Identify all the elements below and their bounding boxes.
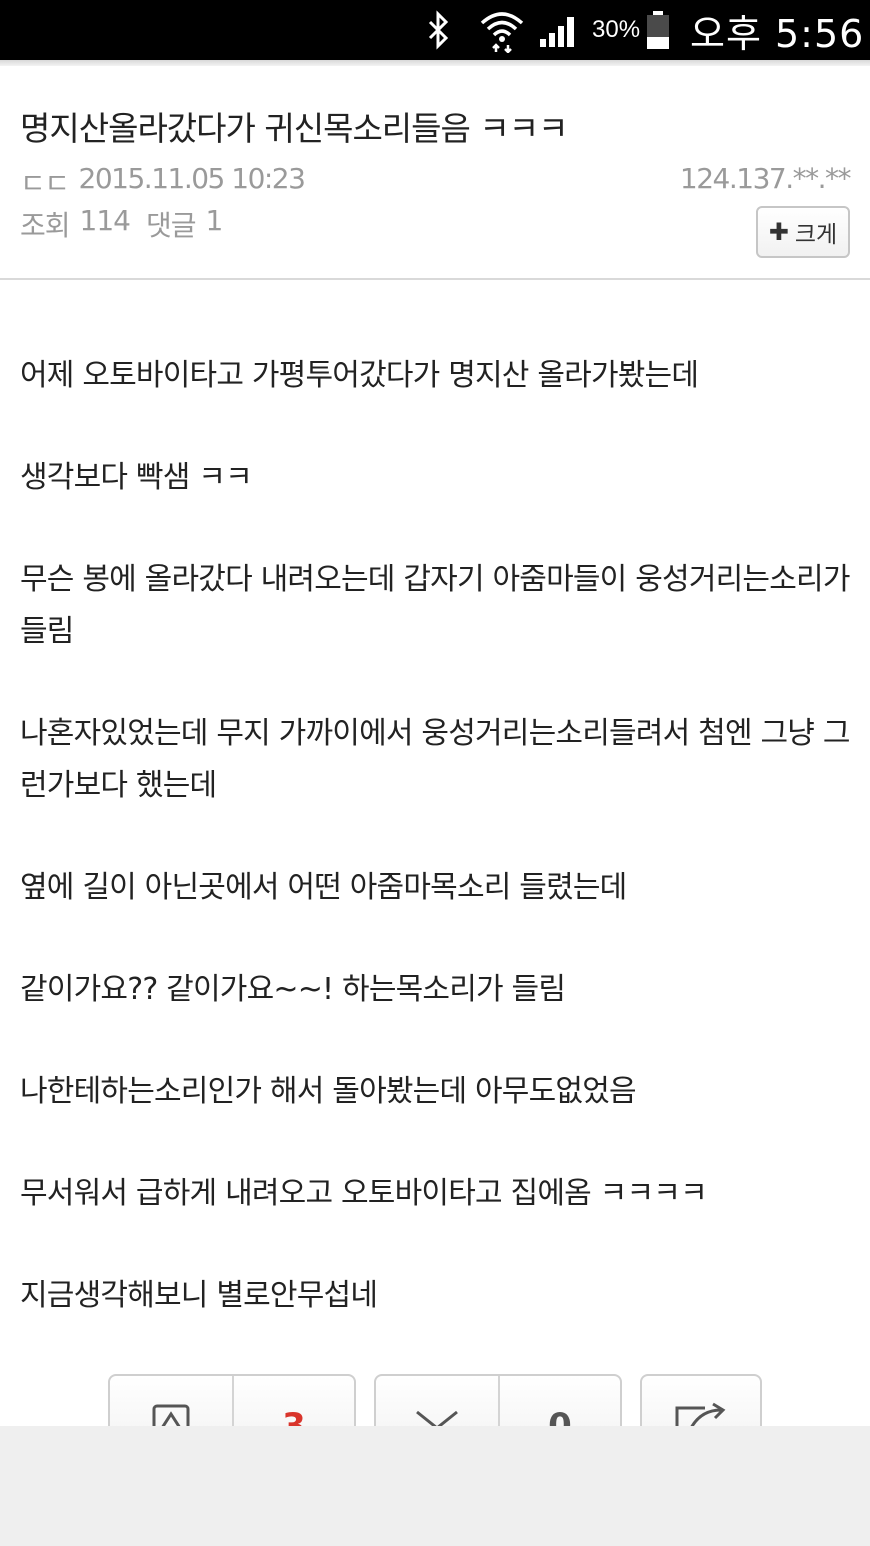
body-paragraph: 무슨 봉에 올라갔다 내려오는데 갑자기 아줌마들이 웅성거리는소리가 들림 [20, 562, 850, 649]
body-paragraph: 나혼자있었는데 무지 가까이에서 웅성거리는소리들려서 첨엔 그냥 그런가보다 … [20, 716, 850, 803]
battery-percent: 30% [592, 16, 641, 43]
dislike-button[interactable]: 0 [374, 1374, 622, 1426]
enlarge-text-button[interactable]: ✚ 크게 [756, 206, 850, 258]
post-body: 어제 오토바이타고 가평투어갔다가 명지산 올라가봤는데 생각보다 빡샘 ㅋㅋ … [20, 350, 850, 1372]
clock: 오후 5:56 [690, 11, 865, 56]
dislike-icon [376, 1376, 498, 1426]
body-paragraph: 무서워서 급하게 내려오고 오토바이타고 집에옴 ㅋㅋㅋㅋ [20, 1176, 708, 1211]
bluetooth-icon [424, 0, 456, 60]
signal-icon [538, 0, 580, 60]
plus-icon: ✚ [768, 218, 789, 246]
body-paragraph: 지금생각해보니 별로안무섭네 [20, 1278, 378, 1313]
views-count: 114 [79, 204, 131, 237]
dislike-count-cell: 0 [498, 1376, 620, 1426]
wifi-icon [478, 0, 526, 60]
status-bar: 30% 오후 5:56 [0, 0, 870, 60]
post-stats: 조회 114 댓글 1 [20, 204, 224, 244]
like-count: 3 [282, 1406, 306, 1426]
post-ip: 124.137.**.** [679, 162, 852, 195]
like-button[interactable]: 3 [108, 1374, 356, 1426]
views-label: 조회 [20, 209, 71, 242]
comments-label: 댓글 [145, 209, 197, 242]
post-date: 2015.11.05 10:23 [78, 162, 306, 195]
body-paragraph: 어제 오토바이타고 가평투어갔다가 명지산 올라가봤는데 [20, 358, 699, 393]
post-author-line: ㄷㄷ 2015.11.05 10:23 [20, 162, 306, 202]
body-paragraph: 생각보다 빡샘 ㅋㅋ [20, 460, 253, 495]
like-count-cell: 3 [232, 1376, 354, 1426]
enlarge-label: 크게 [794, 222, 838, 248]
bottom-panel [0, 1426, 870, 1546]
comments-count: 1 [205, 204, 224, 237]
body-paragraph: 같이가요?? 같이가요~~! 하는목소리가 들림 [20, 972, 566, 1007]
body-paragraph: 나한테하는소리인가 해서 돌아봤는데 아무도없었음 [20, 1074, 637, 1109]
post-title: 명지산올라갔다가 귀신목소리들음 ㅋㅋㅋ [20, 109, 568, 148]
dislike-count: 0 [548, 1406, 572, 1426]
like-icon [110, 1376, 232, 1426]
post-header: 명지산올라갔다가 귀신목소리들음 ㅋㅋㅋ ㄷㄷ 2015.11.05 10:23… [0, 66, 870, 280]
body-paragraph: 옆에 길이 아닌곳에서 어떤 아줌마목소리 들렸는데 [20, 870, 627, 905]
post-author[interactable]: ㄷㄷ [20, 162, 70, 202]
battery-icon [646, 0, 674, 60]
share-button[interactable] [640, 1374, 762, 1426]
share-icon [642, 1376, 760, 1426]
action-bar: 3 0 [0, 1372, 870, 1426]
